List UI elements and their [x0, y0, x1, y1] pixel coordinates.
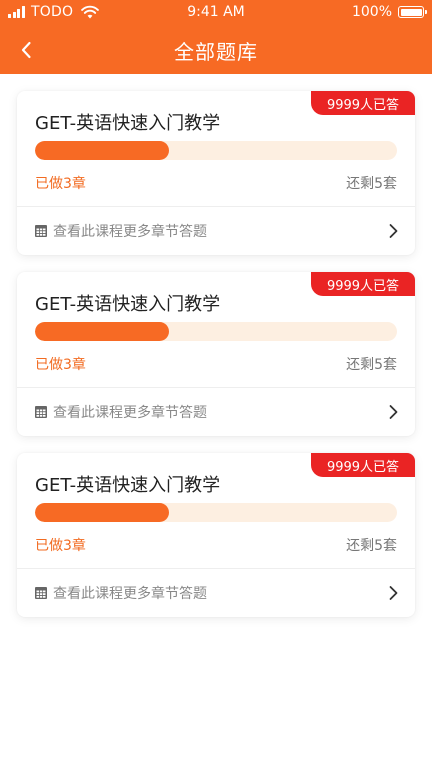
- course-title: GET-英语快速入门教学: [35, 475, 221, 496]
- answered-count-badge: 9999人已答: [311, 453, 415, 477]
- sets-remaining: 还剩5套: [346, 357, 397, 373]
- view-more-label: 查看此课程更多章节答题: [53, 586, 207, 602]
- chevron-right-icon: [389, 224, 398, 238]
- page-title: 全部题库: [174, 40, 258, 64]
- view-more-chapters-link[interactable]: 查看此课程更多章节答题: [17, 207, 415, 255]
- sets-remaining: 还剩5套: [346, 538, 397, 554]
- chevron-right-icon: [389, 405, 398, 419]
- screen: TODO 9:41 AM 100% 全部题库 9999人已答 GET-英语快速入…: [0, 0, 432, 768]
- view-more-chapters-link[interactable]: 查看此课程更多章节答题: [17, 388, 415, 436]
- progress-fill: [35, 141, 169, 160]
- course-card[interactable]: 9999人已答 GET-英语快速入门教学 已做3章 还剩5套 查看此课程更多章节…: [17, 272, 415, 436]
- course-title: GET-英语快速入门教学: [35, 113, 221, 134]
- progress-fill: [35, 322, 169, 341]
- progress-fill: [35, 503, 169, 522]
- answered-count-badge: 9999人已答: [311, 91, 415, 115]
- grid-icon: [35, 225, 47, 237]
- course-card[interactable]: 9999人已答 GET-英语快速入门教学 已做3章 还剩5套 查看此课程更多章节…: [17, 91, 415, 255]
- progress-bar: [35, 141, 397, 160]
- battery-icon: [398, 6, 427, 18]
- header: TODO 9:41 AM 100% 全部题库: [0, 0, 432, 74]
- progress-bar: [35, 503, 397, 522]
- view-more-label: 查看此课程更多章节答题: [53, 405, 207, 421]
- status-bar: TODO 9:41 AM 100%: [0, 0, 432, 26]
- grid-icon: [35, 406, 47, 418]
- progress-bar: [35, 322, 397, 341]
- view-more-chapters-link[interactable]: 查看此课程更多章节答题: [17, 569, 415, 617]
- battery-percent: 100%: [351, 4, 392, 20]
- sets-remaining: 还剩5套: [346, 176, 397, 192]
- view-more-label: 查看此课程更多章节答题: [53, 224, 207, 240]
- chapters-done: 已做3章: [35, 176, 86, 192]
- answered-count-badge: 9999人已答: [311, 272, 415, 296]
- grid-icon: [35, 587, 47, 599]
- chevron-right-icon: [389, 586, 398, 600]
- status-right: 100%: [351, 4, 427, 20]
- chapters-done: 已做3章: [35, 357, 86, 373]
- chapters-done: 已做3章: [35, 538, 86, 554]
- nav-bar: 全部题库: [0, 26, 432, 74]
- course-card[interactable]: 9999人已答 GET-英语快速入门教学 已做3章 还剩5套 查看此课程更多章节…: [17, 453, 415, 617]
- course-title: GET-英语快速入门教学: [35, 294, 221, 315]
